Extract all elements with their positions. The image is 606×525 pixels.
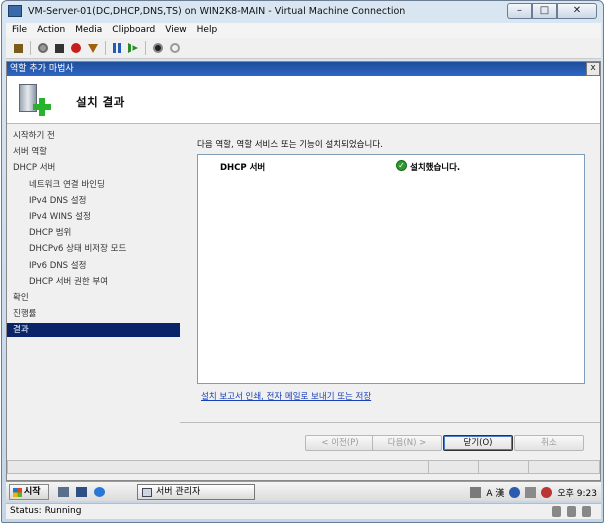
server-manager-quicklaunch-icon[interactable] <box>58 487 69 497</box>
windows-logo-icon <box>13 488 22 497</box>
report-link[interactable]: 설치 보고서 인쇄, 전자 메일로 보내기 또는 저장 <box>201 390 371 402</box>
toolbar-separator <box>145 41 146 55</box>
guest-taskbar: 시작 서버 관리자 A 漢 오후 9:23 <box>6 481 601 501</box>
menu-file[interactable]: File <box>12 23 27 38</box>
mouse-status-icon <box>582 506 591 517</box>
close-wizard-button[interactable]: 닫기(O) <box>443 435 513 451</box>
wizard-content: 다음 역할, 역할 서비스 또는 기능이 설치되었습니다. DHCP 서버 ✓ … <box>180 125 600 421</box>
window-title: VM-Server-01(DC,DHCP,DNS,TS) on WIN2K8-M… <box>28 6 406 17</box>
wizard-step: IPv6 DNS 설정 <box>29 260 87 271</box>
wizard-close-button[interactable]: x <box>586 62 600 76</box>
wizard-step: IPv4 DNS 설정 <box>29 195 87 206</box>
toolbar-separator <box>105 41 106 55</box>
minimize-button[interactable]: – <box>507 3 532 19</box>
clock[interactable]: 오후 9:23 <box>557 486 597 499</box>
wizard-header: 설치 결과 <box>7 76 600 124</box>
snapshot-icon[interactable] <box>153 43 163 53</box>
start-button[interactable]: 시작 <box>9 484 49 500</box>
maximize-button[interactable]: □ <box>532 3 557 19</box>
turn-off-icon[interactable] <box>55 43 64 53</box>
pause-icon[interactable] <box>113 43 121 53</box>
menu-bar: File Action Media Clipboard View Help <box>6 23 601 38</box>
result-status: 설치했습니다. <box>410 163 461 173</box>
security-alert-icon[interactable] <box>541 486 553 498</box>
vm-connection-icon <box>8 5 22 17</box>
system-tray: A 漢 오후 9:23 <box>421 484 597 500</box>
internet-explorer-icon[interactable] <box>94 487 105 497</box>
revert-icon[interactable] <box>170 43 180 53</box>
server-manager-icon <box>142 488 152 497</box>
wizard-title: 역할 추가 마법사 <box>10 64 74 74</box>
result-message: 다음 역할, 역할 서비스 또는 기능이 설치되었습니다. <box>197 140 383 150</box>
ime-indicator[interactable]: A 漢 <box>486 486 504 499</box>
lock-status-icon <box>567 506 576 517</box>
toolbar-separator <box>30 41 31 55</box>
vm-status: Status: Running <box>10 506 82 516</box>
wizard-step: DHCPv6 상태 비저장 모드 <box>29 244 127 255</box>
reset-icon[interactable] <box>128 43 138 53</box>
shut-down-icon[interactable] <box>71 43 81 53</box>
guest-status-strip <box>7 460 600 474</box>
network-icon[interactable] <box>525 486 537 498</box>
ctrl-alt-del-icon[interactable] <box>14 43 23 53</box>
cancel-button[interactable]: 취소 <box>514 435 584 451</box>
start-label: 시작 <box>24 487 41 497</box>
wizard-step: IPv4 WINS 설정 <box>29 212 91 222</box>
wizard-step: DHCP 범위 <box>29 228 72 239</box>
wizard-step: 확인 <box>13 293 29 303</box>
help-icon[interactable] <box>509 486 521 498</box>
add-server-role-icon <box>17 82 51 116</box>
menu-view[interactable]: View <box>165 23 186 38</box>
save-state-icon[interactable] <box>88 43 98 53</box>
status-bar: Status: Running <box>6 503 601 519</box>
wizard-step: 결과 <box>7 323 180 338</box>
toolbar <box>6 38 601 59</box>
wizard-steps-sidebar: 시작하기 전서버 역할 DHCP 서버네트워크 연결 바인딩 IPv4 DNS 설정… <box>7 125 180 480</box>
guest-screen: 역할 추가 마법사 x 설치 결과 시작하기 전서버 역할 DHCP 서버네트워크… <box>6 61 601 481</box>
vm-connection-window: VM-Server-01(DC,DHCP,DNS,TS) on WIN2K8-M… <box>1 0 604 523</box>
start-vm-icon[interactable] <box>38 43 48 53</box>
wizard-step: 진행률 <box>13 309 37 320</box>
language-bar-icon[interactable] <box>470 486 482 498</box>
wizard-step: 네트워크 연결 바인딩 <box>29 179 105 190</box>
powershell-quicklaunch-icon[interactable] <box>76 487 87 497</box>
taskbar-item-label: 서버 관리자 <box>156 487 201 497</box>
wizard-step: DHCP 서버 <box>13 163 56 174</box>
previous-button[interactable]: < 이전(P) <box>305 435 375 451</box>
menu-media[interactable]: Media <box>75 23 102 38</box>
wizard-step: 서버 역할 <box>13 147 47 158</box>
menu-action[interactable]: Action <box>37 23 65 38</box>
result-role-name: DHCP 서버 <box>220 163 266 173</box>
wizard-step: DHCP 서버 권한 부여 <box>29 276 109 287</box>
result-list: DHCP 서버 ✓ 설치했습니다. <box>197 154 585 384</box>
keyboard-status-icon <box>552 506 561 517</box>
menu-clipboard[interactable]: Clipboard <box>112 23 155 38</box>
page-title: 설치 결과 <box>76 95 125 109</box>
close-button[interactable]: ✕ <box>557 3 597 19</box>
taskbar-item-server-manager[interactable]: 서버 관리자 <box>137 484 255 500</box>
wizard-title-bar[interactable]: 역할 추가 마법사 <box>7 62 600 76</box>
wizard-step: 시작하기 전 <box>13 131 55 141</box>
menu-help[interactable]: Help <box>197 23 218 38</box>
title-bar[interactable]: VM-Server-01(DC,DHCP,DNS,TS) on WIN2K8-M… <box>2 1 603 23</box>
next-button[interactable]: 다음(N) > <box>372 435 442 451</box>
success-check-icon: ✓ <box>396 160 407 171</box>
